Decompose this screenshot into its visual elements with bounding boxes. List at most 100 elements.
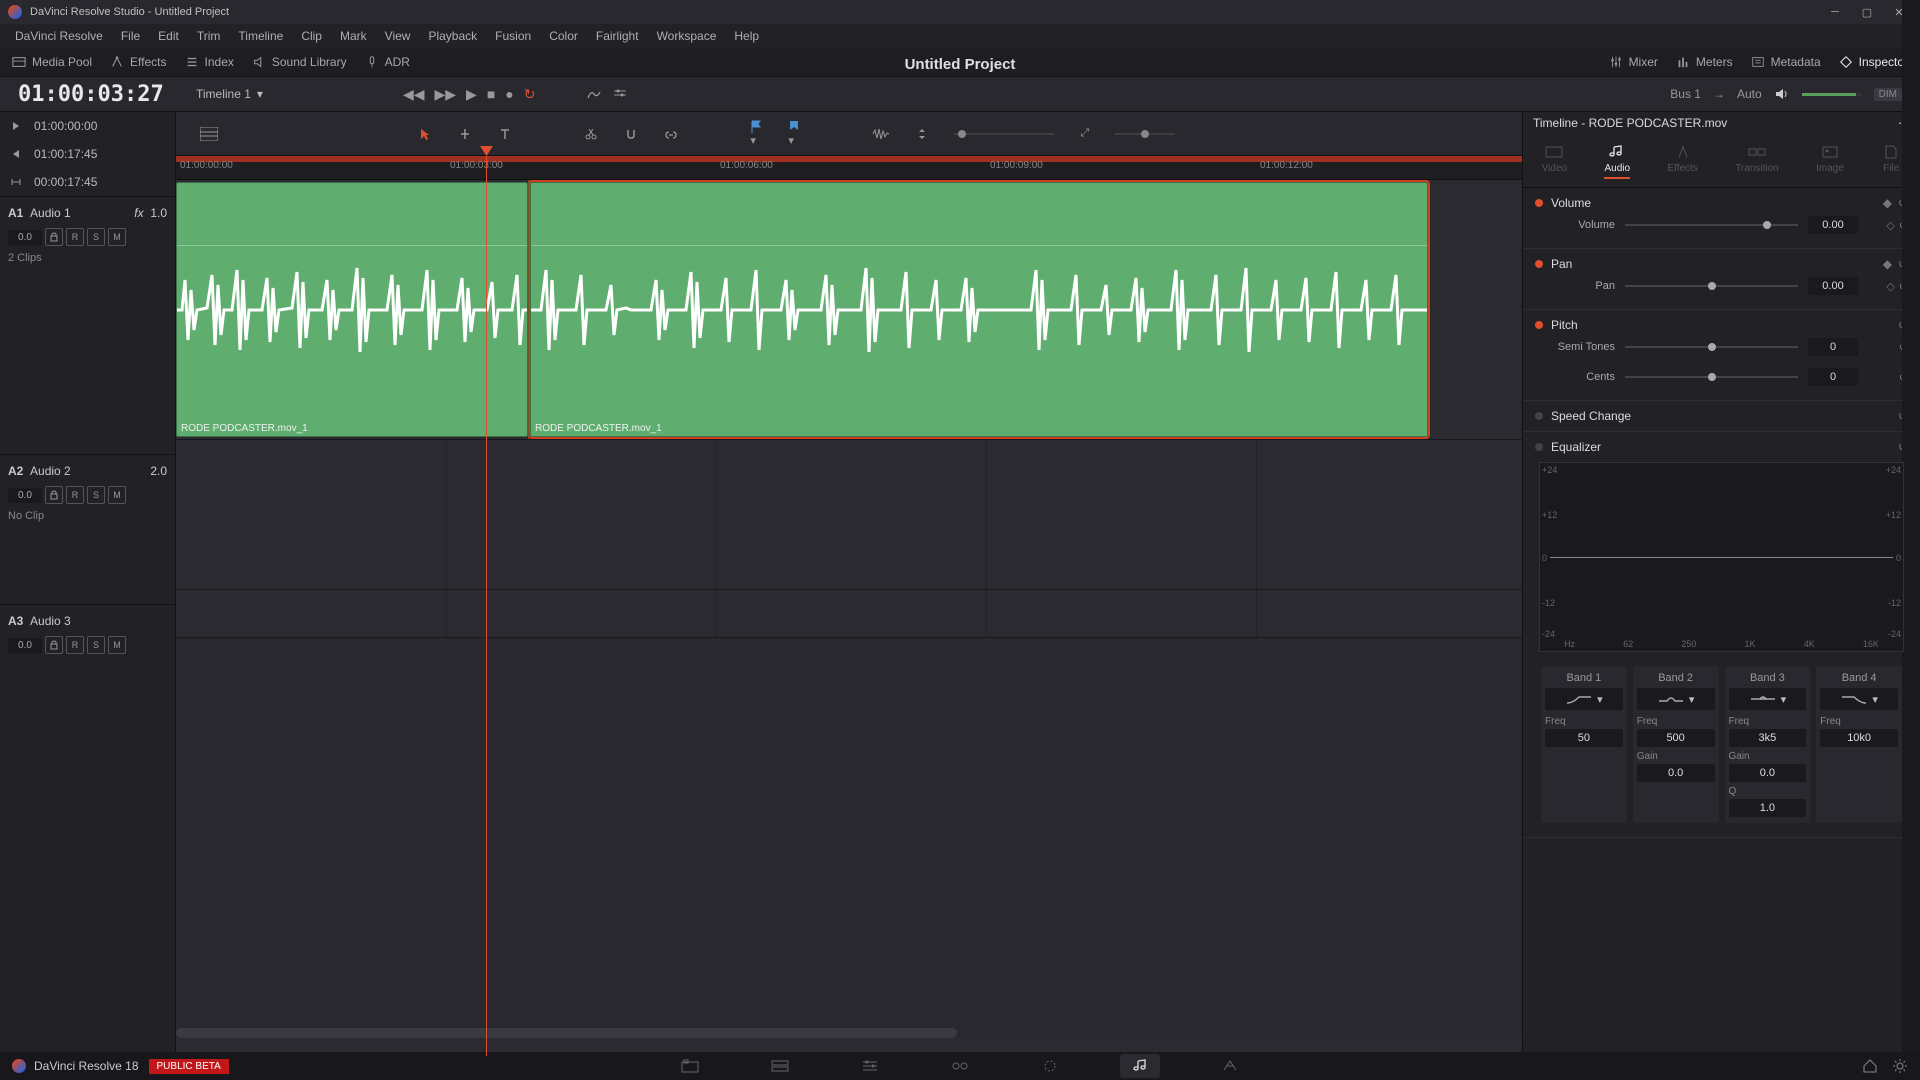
keyframe-icon[interactable]: ◆ [1883,196,1892,210]
dim-button[interactable]: DIM [1874,88,1902,101]
mute-button-a2[interactable]: M [108,486,126,504]
track-lane-a2[interactable] [176,440,1522,590]
link-tool[interactable] [664,127,678,141]
sound-library-button[interactable]: Sound Library [252,55,347,69]
speed-enable-dot[interactable] [1535,412,1543,420]
band3-gain[interactable]: 0.0 [1729,764,1807,782]
meters-button[interactable]: Meters [1676,55,1733,69]
menu-view[interactable]: View [376,29,420,43]
volume-enable-dot[interactable] [1535,199,1543,207]
mute-button-a3[interactable]: M [108,636,126,654]
timeline-selector[interactable]: Timeline 1▾ [176,87,283,101]
mute-button-a1[interactable]: M [108,228,126,246]
menu-clip[interactable]: Clip [292,29,331,43]
settings-button[interactable] [1892,1058,1908,1074]
lock-button-a3[interactable] [45,636,63,654]
inspector-button[interactable]: Inspector [1839,55,1908,69]
mixer-button[interactable]: Mixer [1609,55,1658,69]
eq-enable-dot[interactable] [1535,443,1543,451]
range-tool[interactable] [458,127,472,141]
maximize-button[interactable]: ▢ [1854,3,1880,21]
bus-label[interactable]: Bus 1 [1670,87,1701,101]
zoom-slider-2[interactable] [1115,130,1175,138]
cents-slider[interactable] [1625,376,1798,378]
semitones-value[interactable]: 0 [1808,338,1858,356]
page-deliver[interactable] [1210,1054,1250,1078]
band1-freq[interactable]: 50 [1545,729,1623,747]
track-header-a3[interactable]: A3 Audio 3 0.0 R S M [0,604,175,664]
edit-point[interactable] [528,180,529,439]
home-button[interactable] [1862,1058,1878,1074]
band4-freq[interactable]: 10k0 [1820,729,1898,747]
automation-button[interactable] [586,86,602,102]
track-level-a3[interactable]: 0.0 [8,638,42,653]
tab-image[interactable]: Image [1816,144,1844,179]
marker-button[interactable]: ▾ [788,120,800,147]
lock-button-a2[interactable] [45,486,63,504]
tab-transition[interactable]: Transition [1735,144,1779,179]
horizontal-scrollbar[interactable] [176,1028,957,1038]
monitor-volume-slider[interactable] [1802,93,1862,96]
expand-button[interactable] [916,127,928,141]
track-header-a2[interactable]: A2 Audio 22.0 0.0 R S M No Clip [0,454,175,604]
stop-button[interactable]: ■ [487,86,495,102]
media-pool-button[interactable]: Media Pool [12,55,92,69]
menu-help[interactable]: Help [725,29,768,43]
pan-slider[interactable] [1625,285,1798,287]
solo-button-a1[interactable]: S [87,228,105,246]
menu-workspace[interactable]: Workspace [648,29,726,43]
track-lane-a1[interactable]: RODE PODCASTER.mov_1 RODE PODCASTER.mov_… [176,180,1522,440]
tab-video[interactable]: Video [1542,144,1567,179]
page-color[interactable] [1030,1054,1070,1078]
band2-gain[interactable]: 0.0 [1637,764,1715,782]
zoom-slider[interactable] [954,130,1054,138]
volume-slider[interactable] [1625,224,1798,226]
pointer-tool[interactable] [418,127,432,141]
snap-tool[interactable] [624,127,638,141]
timeline-ruler[interactable]: 01:00:00:00 01:00:03:00 01:00:06:00 01:0… [176,156,1522,180]
speaker-icon[interactable] [1774,86,1790,102]
keyframe-icon[interactable]: ◇ [1886,280,1894,293]
forward-button[interactable]: ▶▶ [435,86,457,103]
pan-enable-dot[interactable] [1535,260,1543,268]
band1-shape-select[interactable]: ▾ [1545,688,1623,710]
text-tool[interactable] [498,127,512,141]
band3-q[interactable]: 1.0 [1729,799,1807,817]
arm-button-a3[interactable]: R [66,636,84,654]
lock-button-a1[interactable] [45,228,63,246]
page-edit[interactable] [850,1054,890,1078]
index-button[interactable]: Index [185,55,234,69]
auto-label[interactable]: Auto [1737,87,1762,101]
audio-clip-1[interactable]: RODE PODCASTER.mov_1 [176,182,528,437]
volume-value[interactable]: 0.00 [1808,216,1858,234]
band4-shape-select[interactable]: ▾ [1820,688,1898,710]
minimize-button[interactable]: ─ [1822,3,1848,21]
pitch-enable-dot[interactable] [1535,321,1543,329]
menu-fairlight[interactable]: Fairlight [587,29,648,43]
arm-button-a2[interactable]: R [66,486,84,504]
razor-tool[interactable] [584,127,598,141]
track-level-a1[interactable]: 0.0 [8,230,42,245]
keyframe-icon[interactable]: ◆ [1883,257,1892,271]
loop-button[interactable]: ↻ [524,86,536,103]
metadata-button[interactable]: Metadata [1751,55,1821,69]
eq-graph[interactable]: +24 +24 +12 +12 0 0 -12 -12 -24 -24 Hz62… [1539,462,1904,652]
band2-shape-select[interactable]: ▾ [1637,688,1715,710]
arm-button-a1[interactable]: R [66,228,84,246]
menu-color[interactable]: Color [540,29,587,43]
playhead[interactable] [486,156,487,1056]
track-lane-a3[interactable] [176,590,1522,638]
flag-button[interactable]: ▾ [750,120,762,147]
menu-trim[interactable]: Trim [188,29,230,43]
audio-clip-2[interactable]: RODE PODCASTER.mov_1 [530,182,1428,437]
page-fusion[interactable] [940,1054,980,1078]
pan-value[interactable]: 0.00 [1808,277,1858,295]
keyframe-icon[interactable]: ◇ [1886,219,1894,232]
page-fairlight[interactable] [1120,1054,1160,1078]
tab-effects[interactable]: Effects [1667,144,1697,179]
adr-button[interactable]: ADR [365,55,410,69]
page-media[interactable] [670,1054,710,1078]
solo-button-a3[interactable]: S [87,636,105,654]
solo-button-a2[interactable]: S [87,486,105,504]
menu-davinci[interactable]: DaVinci Resolve [6,29,112,43]
